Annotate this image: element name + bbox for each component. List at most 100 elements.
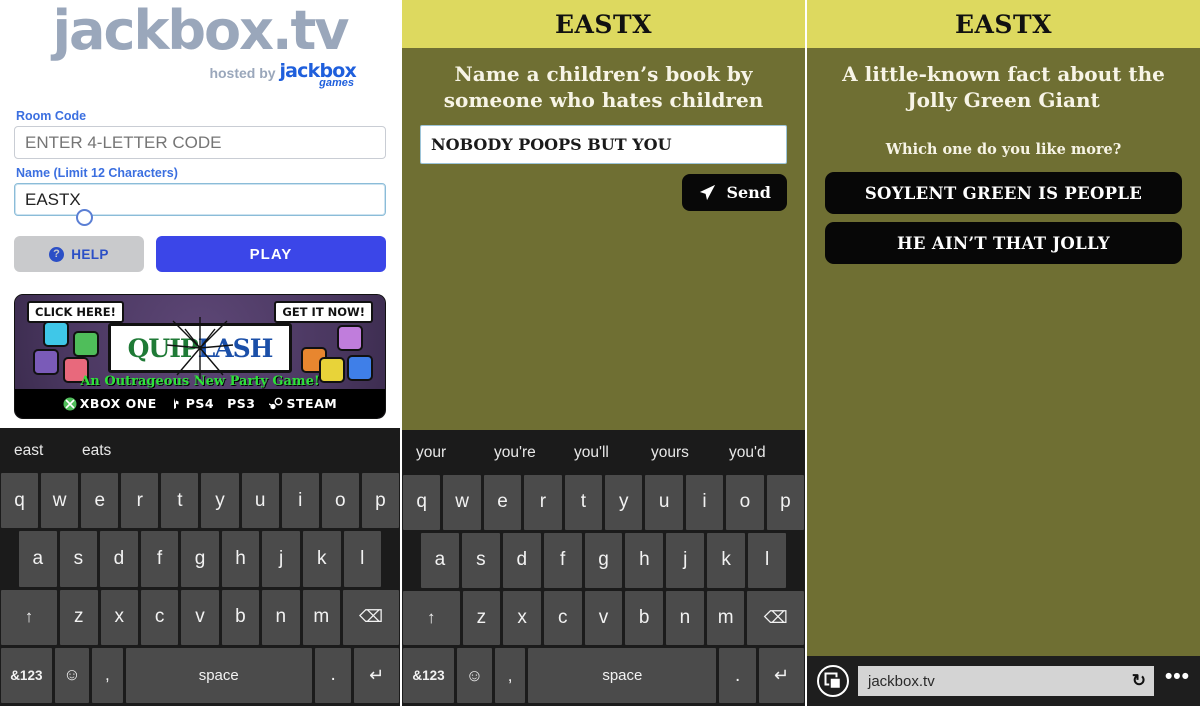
key-v[interactable]: v (181, 589, 219, 645)
prompt-text-right: A little-known fact about the Jolly Gree… (842, 62, 1165, 112)
play-button[interactable]: PLAY (156, 236, 386, 272)
key-m[interactable]: m (706, 590, 745, 646)
key-a[interactable]: a (421, 532, 459, 588)
key-f[interactable]: f (543, 532, 582, 588)
keyboard-suggestion-bar[interactable]: east eats (0, 428, 400, 473)
key-a[interactable]: a (19, 531, 57, 587)
key-d[interactable]: d (100, 531, 138, 587)
key-x[interactable]: x (503, 590, 541, 646)
key-d[interactable]: d (502, 532, 541, 588)
key-u[interactable]: u (645, 475, 683, 530)
key-r[interactable]: r (121, 473, 159, 529)
key-e[interactable]: e (81, 473, 119, 529)
ad-blob-purple (33, 349, 59, 375)
comma-key[interactable]: , (494, 648, 526, 703)
backspace-key-icon[interactable]: ⌫ (747, 590, 805, 646)
url-text: jackbox.tv (868, 672, 935, 690)
symbols-key[interactable]: &123 (403, 648, 455, 703)
key-q[interactable]: q (1, 473, 39, 529)
suggestion-3[interactable]: yours (651, 444, 729, 462)
key-o[interactable]: o (726, 475, 764, 530)
key-k[interactable]: k (707, 532, 746, 588)
quiplash-ad-banner[interactable]: CLICK HERE! GET IT NOW! QUIP LASH An Outr… (14, 294, 386, 419)
key-v[interactable]: v (584, 590, 623, 646)
suggestion-4[interactable]: you'd (729, 444, 789, 462)
key-e[interactable]: e (483, 475, 522, 530)
key-r[interactable]: r (524, 475, 562, 530)
key-g[interactable]: g (181, 531, 219, 587)
key-w[interactable]: w (41, 473, 79, 529)
key-m[interactable]: m (302, 589, 340, 645)
game-body-middle: Name a children’s book by someone who ha… (402, 48, 805, 430)
comma-key[interactable]: , (92, 647, 123, 703)
name-input[interactable] (14, 183, 386, 216)
shift-key-icon[interactable]: ↑ (1, 589, 58, 645)
suggestion-0[interactable]: your (416, 444, 494, 462)
vote-choice-1[interactable]: SOYLENT GREEN IS PEOPLE (825, 172, 1182, 215)
suggestion-2[interactable]: you'll (574, 444, 651, 462)
key-u[interactable]: u (241, 473, 279, 529)
vote-choice-2[interactable]: HE AIN’T THAT JOLLY (825, 222, 1182, 265)
key-q[interactable]: q (403, 475, 441, 530)
key-n[interactable]: n (262, 589, 300, 645)
suggestion-1[interactable]: eats (82, 442, 150, 460)
room-code-input[interactable] (14, 126, 386, 159)
key-g[interactable]: g (584, 532, 623, 588)
key-y[interactable]: y (605, 475, 643, 530)
key-c[interactable]: c (543, 590, 582, 646)
key-i[interactable]: i (281, 473, 319, 529)
key-n[interactable]: n (666, 590, 704, 646)
more-options-icon[interactable]: ••• (1163, 665, 1194, 697)
shift-key-icon[interactable]: ↑ (403, 590, 460, 646)
enter-key-icon[interactable]: ↵ (354, 647, 399, 703)
url-bar[interactable]: jackbox.tv ↻ (858, 666, 1154, 696)
enter-key-icon[interactable]: ↵ (759, 648, 805, 703)
space-key[interactable]: space (528, 648, 717, 703)
tabs-icon[interactable] (817, 665, 849, 697)
key-z[interactable]: z (462, 590, 501, 646)
key-s[interactable]: s (59, 531, 98, 587)
suggestion-1[interactable]: you're (494, 444, 574, 462)
key-h[interactable]: h (221, 531, 260, 587)
key-t[interactable]: t (564, 475, 603, 530)
key-l[interactable]: l (343, 531, 382, 587)
key-j[interactable]: j (262, 531, 300, 587)
key-k[interactable]: k (302, 531, 341, 587)
period-key[interactable]: . (719, 648, 757, 703)
key-y[interactable]: y (201, 473, 239, 529)
help-button[interactable]: ? HELP (14, 236, 144, 272)
key-p[interactable]: p (361, 473, 399, 529)
key-c[interactable]: c (140, 589, 179, 645)
key-t[interactable]: t (161, 473, 199, 529)
onscreen-keyboard-middle[interactable]: your you're you'll yours you'd q w e r t… (402, 430, 805, 706)
key-p[interactable]: p (766, 475, 805, 530)
keyboard-suggestion-bar-middle[interactable]: your you're you'll yours you'd (402, 430, 805, 475)
space-key[interactable]: space (125, 647, 312, 703)
key-z[interactable]: z (60, 589, 98, 645)
refresh-icon[interactable]: ↻ (1132, 671, 1146, 691)
key-w[interactable]: w (443, 475, 481, 530)
key-l[interactable]: l (748, 532, 787, 588)
emoji-key-icon[interactable]: ☺ (54, 647, 90, 703)
key-i[interactable]: i (685, 475, 724, 530)
key-h[interactable]: h (625, 532, 664, 588)
key-o[interactable]: o (321, 473, 359, 529)
ad-platform-strip: XBOX ONE PS4 PS3 STEAM (15, 389, 385, 418)
key-b[interactable]: b (625, 590, 664, 646)
key-s[interactable]: s (461, 532, 500, 588)
symbols-key[interactable]: &123 (1, 647, 52, 703)
suggestion-0[interactable]: east (14, 442, 82, 460)
keyboard-row-3: ↑ z x c v b n m ⌫ (0, 589, 400, 648)
key-j[interactable]: j (666, 532, 705, 588)
key-x[interactable]: x (100, 589, 138, 645)
period-key[interactable]: . (314, 647, 352, 703)
key-b[interactable]: b (221, 589, 260, 645)
key-f[interactable]: f (140, 531, 179, 587)
backspace-key-icon[interactable]: ⌫ (342, 589, 400, 645)
platform-xbox: XBOX ONE (63, 396, 157, 411)
answer-input[interactable] (420, 125, 787, 165)
emoji-key-icon[interactable]: ☺ (457, 648, 492, 703)
ad-blob-cyan (43, 321, 69, 347)
onscreen-keyboard-login[interactable]: east eats q w e r t y u i o p a s d f g … (0, 428, 400, 706)
send-button[interactable]: Send (682, 174, 787, 212)
